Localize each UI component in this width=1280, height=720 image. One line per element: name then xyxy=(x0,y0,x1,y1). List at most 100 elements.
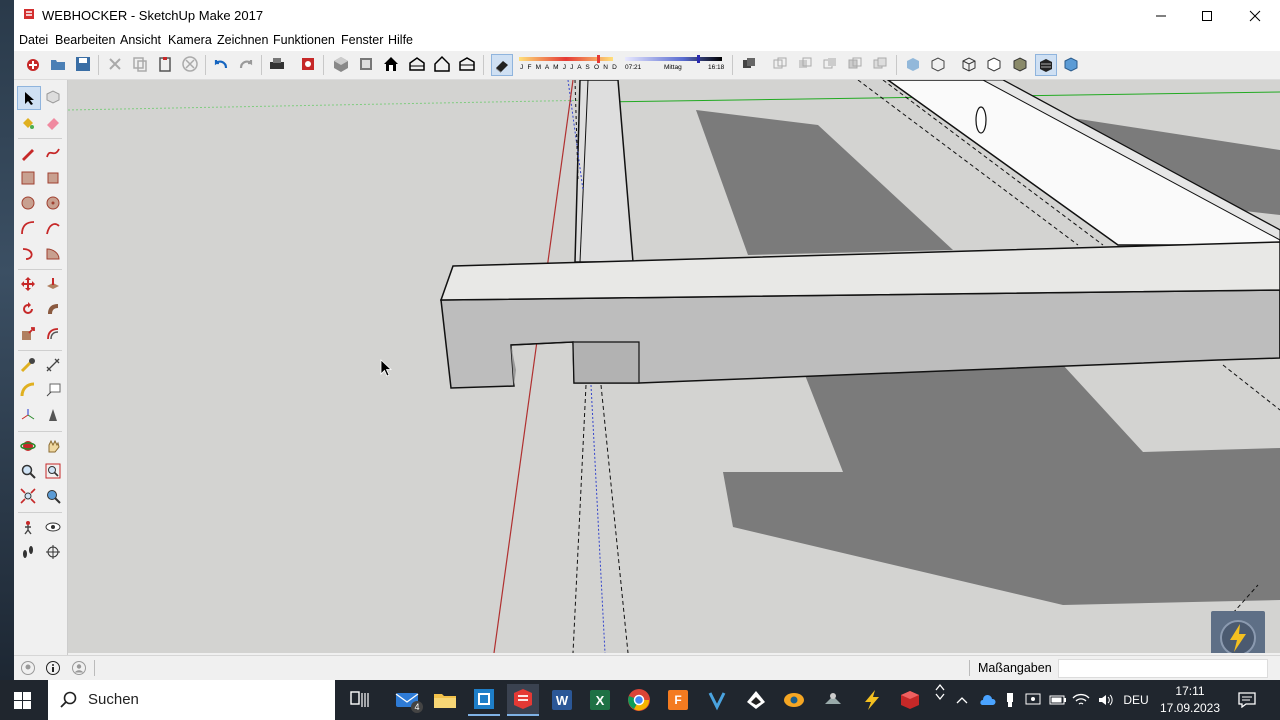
model-info-button[interactable] xyxy=(298,54,318,74)
wireframe-button[interactable] xyxy=(959,54,979,74)
section-plane-tool[interactable] xyxy=(42,541,64,563)
shadows-button[interactable] xyxy=(491,54,513,76)
protractor-tool[interactable] xyxy=(17,379,39,401)
taskbar-sketchup[interactable] xyxy=(507,684,539,716)
walk-tool[interactable] xyxy=(17,541,39,563)
taskbar-excel[interactable]: X xyxy=(584,684,616,716)
geo-location-icon[interactable] xyxy=(20,660,36,676)
taskbar-layout[interactable] xyxy=(468,684,500,716)
taskbar-app-cube[interactable] xyxy=(894,684,926,716)
make-component-tool[interactable] xyxy=(42,86,64,108)
zoom-tool[interactable] xyxy=(17,460,39,482)
freehand-tool[interactable] xyxy=(42,142,64,164)
time-slider[interactable] xyxy=(625,55,725,63)
menu-hilfe[interactable]: Hilfe xyxy=(388,33,413,47)
menu-fenster[interactable]: Fenster xyxy=(341,33,383,47)
eraser-tool[interactable] xyxy=(42,111,64,133)
follow-me-tool[interactable] xyxy=(42,298,64,320)
select-tool[interactable] xyxy=(17,86,41,110)
rotate-tool[interactable] xyxy=(17,298,39,320)
undo-button[interactable] xyxy=(211,54,231,74)
onedrive-tray[interactable] xyxy=(977,690,997,710)
offset-tool[interactable] xyxy=(42,323,64,345)
rectangle-tool[interactable] xyxy=(17,167,39,189)
taskbar-app-cnc[interactable] xyxy=(817,684,849,716)
account-icon[interactable] xyxy=(71,660,87,676)
menu-zeichnen[interactable]: Zeichnen xyxy=(217,33,268,47)
pie-tool[interactable] xyxy=(42,242,64,264)
menu-datei[interactable]: Datei xyxy=(19,33,48,47)
volume-tray[interactable] xyxy=(1097,690,1115,710)
taskbar-app-eye[interactable] xyxy=(778,684,810,716)
section-plane-button[interactable] xyxy=(739,54,759,74)
language-indicator[interactable]: DEU xyxy=(1120,690,1152,710)
copy-button[interactable] xyxy=(130,54,150,74)
taskbar-chrome[interactable] xyxy=(623,684,655,716)
wifi-tray[interactable] xyxy=(1072,690,1090,710)
push-pull-tool[interactable] xyxy=(42,273,64,295)
rotated-rectangle-tool[interactable] xyxy=(42,167,64,189)
taskbar-scroll[interactable] xyxy=(932,682,948,702)
usb-tray[interactable] xyxy=(1002,690,1018,710)
intersect-button[interactable] xyxy=(820,54,840,74)
3d-text-tool[interactable] xyxy=(42,404,64,426)
menu-ansicht[interactable]: Ansicht xyxy=(120,33,161,47)
back-view-button[interactable] xyxy=(432,54,452,74)
right-view-button[interactable] xyxy=(407,54,427,74)
front-view-button[interactable] xyxy=(381,54,401,74)
top-view-button[interactable] xyxy=(356,54,376,74)
look-around-tool[interactable] xyxy=(42,516,64,538)
pan-tool[interactable] xyxy=(42,435,64,457)
hidden-line-button[interactable] xyxy=(984,54,1004,74)
info-icon[interactable] xyxy=(45,660,61,676)
two-point-arc-tool[interactable] xyxy=(42,217,64,239)
monochrome-button[interactable] xyxy=(1061,54,1081,74)
minimize-button[interactable] xyxy=(1138,0,1184,31)
open-button[interactable] xyxy=(48,54,68,74)
polygon-tool[interactable] xyxy=(42,192,64,214)
menu-bearbeiten[interactable]: Bearbeiten xyxy=(55,33,115,47)
battery-tray[interactable] xyxy=(1049,690,1067,710)
clock[interactable]: 17:11 17.09.2023 xyxy=(1158,683,1222,717)
trim-button[interactable] xyxy=(845,54,865,74)
previous-view-tool[interactable] xyxy=(42,485,64,507)
back-edges-button[interactable] xyxy=(928,54,948,74)
taskbar-fusion360[interactable]: F xyxy=(662,684,694,716)
position-camera-tool[interactable] xyxy=(17,516,39,538)
maximize-button[interactable] xyxy=(1184,0,1230,31)
paint-bucket-tool[interactable] xyxy=(17,111,39,133)
orbit-tool[interactable] xyxy=(17,435,39,457)
text-tool[interactable] xyxy=(42,379,64,401)
zoom-extents-tool[interactable] xyxy=(17,485,39,507)
xray-button[interactable] xyxy=(903,54,923,74)
iso-view-button[interactable] xyxy=(331,54,351,74)
taskbar-app-lightning[interactable] xyxy=(856,684,888,716)
erase-button[interactable] xyxy=(180,54,200,74)
menu-funktionen[interactable]: Funktionen xyxy=(273,33,335,47)
axes-tool[interactable] xyxy=(17,404,39,426)
month-slider[interactable] xyxy=(519,55,619,63)
left-view-button[interactable] xyxy=(457,54,477,74)
task-view-button[interactable] xyxy=(344,684,376,716)
shaded-button[interactable] xyxy=(1010,54,1030,74)
menu-kamera[interactable]: Kamera xyxy=(168,33,212,47)
close-button[interactable] xyxy=(1232,0,1278,31)
arc-tool[interactable] xyxy=(17,217,39,239)
tape-measure-tool[interactable] xyxy=(17,354,39,376)
display-tray[interactable] xyxy=(1024,690,1042,710)
taskbar-word[interactable]: W xyxy=(546,684,578,716)
move-tool[interactable] xyxy=(17,273,39,295)
union-button[interactable] xyxy=(770,54,790,74)
show-hidden-icons-button[interactable] xyxy=(954,690,970,710)
save-button[interactable] xyxy=(73,54,93,74)
measurements-input[interactable] xyxy=(1058,659,1268,678)
taskbar-vectorworks[interactable] xyxy=(701,684,733,716)
scale-tool[interactable] xyxy=(17,323,39,345)
zoom-window-tool[interactable] xyxy=(42,460,64,482)
notifications-button[interactable] xyxy=(1236,690,1258,710)
subtract-button[interactable] xyxy=(795,54,815,74)
model-viewport[interactable] xyxy=(68,80,1280,653)
print-button[interactable] xyxy=(267,54,287,74)
three-point-arc-tool[interactable] xyxy=(17,242,39,264)
windows-start-icon[interactable] xyxy=(14,692,31,709)
